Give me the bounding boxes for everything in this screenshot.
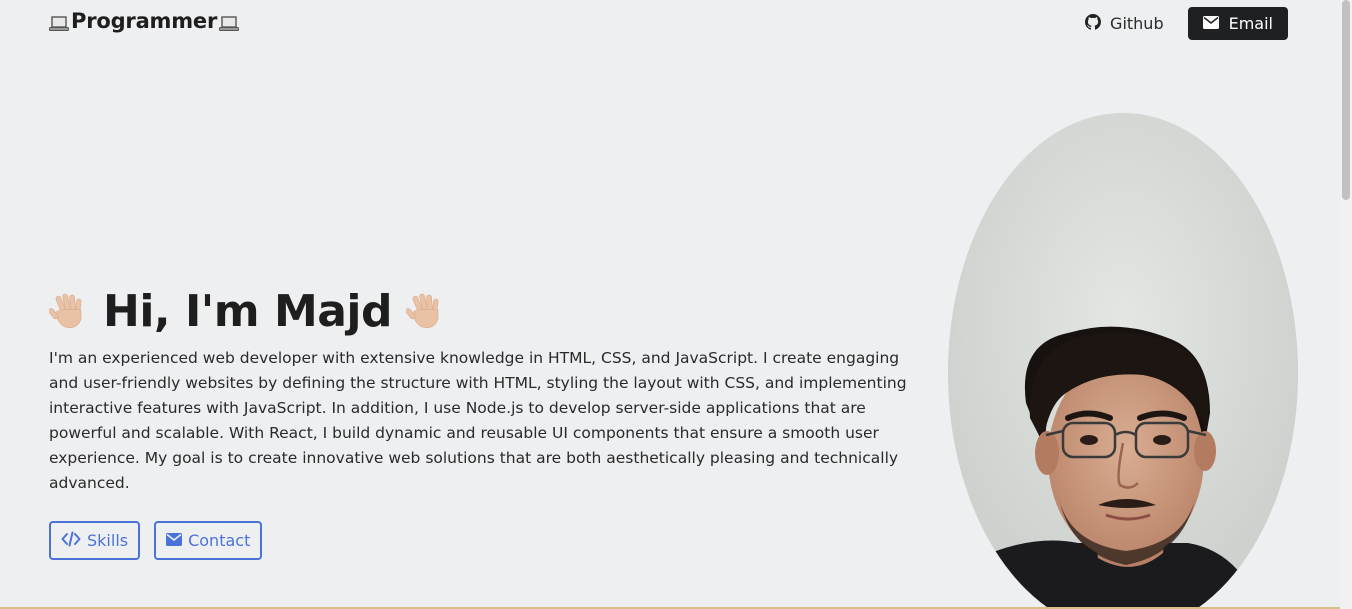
skills-label: Skills [87, 531, 129, 550]
envelope-icon [166, 531, 183, 550]
hero-section: Hi, I'm Majd I'm an experienced web deve… [48, 285, 909, 496]
waving-hand-icon [48, 291, 89, 331]
skills-button[interactable]: Skills [49, 521, 141, 560]
hero-title: Hi, I'm Majd [103, 285, 393, 337]
hero-buttons: Skills Contact [49, 521, 263, 560]
github-link[interactable]: Github [1085, 13, 1164, 34]
brand-text: Programmer [71, 9, 218, 33]
laptop-icon [49, 13, 69, 31]
scrollbar-thumb[interactable] [1342, 0, 1350, 200]
laptop-icon [219, 13, 240, 31]
email-label: Email [1228, 14, 1273, 33]
envelope-icon [1202, 14, 1219, 33]
waving-hand-icon [405, 291, 446, 331]
email-button[interactable]: Email [1187, 7, 1288, 40]
nav-links: Github Email [1085, 7, 1288, 40]
brand-logo[interactable]: Programmer [49, 9, 240, 33]
contact-label: Contact [188, 531, 251, 550]
profile-photo [948, 113, 1298, 609]
hero-heading: Hi, I'm Majd [48, 285, 909, 337]
code-icon [61, 531, 81, 551]
github-icon [1085, 13, 1102, 34]
contact-button[interactable]: Contact [154, 521, 263, 560]
navbar: Programmer Github Email [0, 0, 1340, 46]
github-label: Github [1110, 14, 1164, 33]
hero-description: I'm an experienced web developer with ex… [49, 349, 907, 492]
page-scrollbar[interactable] [1340, 0, 1352, 609]
